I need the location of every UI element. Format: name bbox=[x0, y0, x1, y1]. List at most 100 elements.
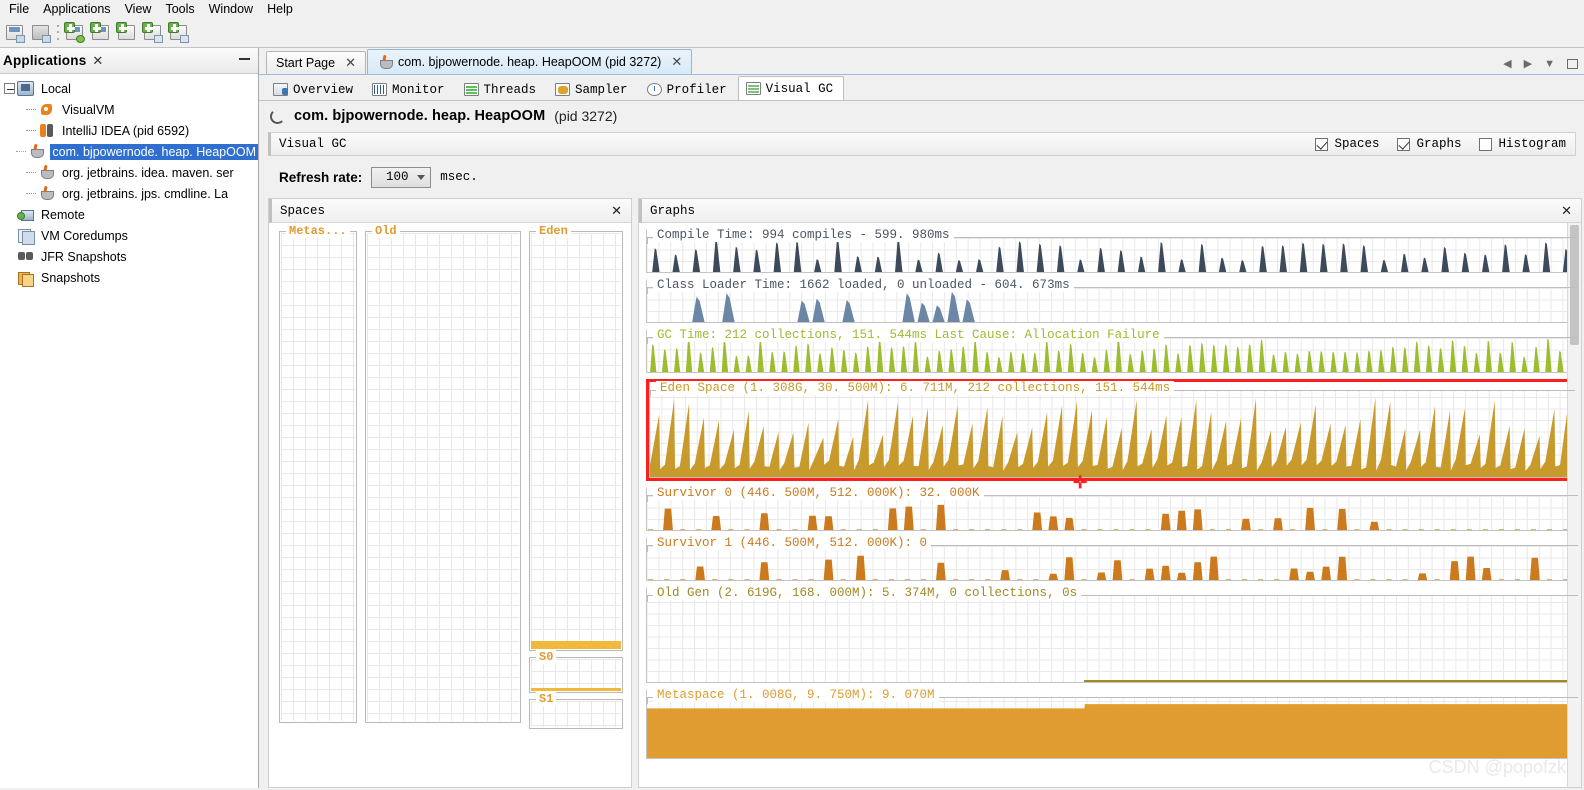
add-remote-host-icon[interactable] bbox=[89, 21, 113, 45]
document-tab-heapoom[interactable]: com. bjpowernode. heap. HeapOOM (pid 327… bbox=[366, 49, 693, 74]
tree-item-intellij-idea-pid-6592[interactable]: IntelliJ IDEA (pid 6592) bbox=[0, 120, 258, 141]
tab-label: Profiler bbox=[666, 82, 727, 97]
add-vm-coredump-icon[interactable] bbox=[115, 21, 139, 45]
tree-item-label: Local bbox=[41, 81, 71, 96]
checkbox-spaces[interactable]: Spaces bbox=[1315, 137, 1379, 151]
visualvm-icon bbox=[38, 102, 55, 117]
java-icon bbox=[38, 165, 55, 180]
metaspace-graph[interactable]: Metaspace (1. 008G, 9. 750M): 9. 070M bbox=[646, 688, 1579, 759]
class-loader-time-graph[interactable]: Class Loader Time: 1662 loaded, 0 unload… bbox=[646, 278, 1579, 323]
checkbox-histogram[interactable]: Histogram bbox=[1479, 137, 1566, 151]
minimize-icon[interactable] bbox=[239, 58, 250, 60]
jfr-icon bbox=[17, 249, 34, 264]
menu-applications[interactable]: Applications bbox=[36, 1, 117, 17]
old-gen-graph-plot[interactable] bbox=[646, 587, 1579, 683]
tab-monitor[interactable]: Monitor bbox=[364, 78, 456, 100]
graphs-scrollbar[interactable] bbox=[1567, 223, 1581, 787]
space-fill bbox=[531, 688, 621, 691]
tab-visual-gc[interactable]: Visual GC bbox=[737, 76, 845, 100]
document-tab-start-page[interactable]: Start Page ✕ bbox=[266, 51, 366, 74]
prev-tab-icon[interactable]: ◀ bbox=[1503, 57, 1511, 70]
graphs-scroll-area[interactable]: Compile Time: 994 compiles - 599. 980ms C… bbox=[639, 223, 1581, 787]
tree-item-org-jetbrains-jps-cmdline-la[interactable]: org. jetbrains. jps. cmdline. La bbox=[0, 183, 258, 204]
graph-title-tick bbox=[650, 390, 651, 397]
checkbox-histogram-box[interactable] bbox=[1479, 137, 1493, 151]
remote-icon bbox=[17, 207, 34, 222]
survivor-0-space[interactable]: S0 bbox=[529, 650, 623, 693]
applications-sidebar: Applications ✕ Local VisualVM IntelliJ IDE… bbox=[0, 48, 259, 788]
tree-item-jfr-snapshots[interactable]: JFR Snapshots bbox=[0, 246, 258, 267]
tree-item-org-jetbrains-idea-maven-ser[interactable]: org. jetbrains. idea. maven. ser bbox=[0, 162, 258, 183]
checkbox-graphs[interactable]: Graphs bbox=[1397, 137, 1461, 151]
tab-threads[interactable]: Threads bbox=[456, 78, 548, 100]
close-icon[interactable]: ✕ bbox=[345, 55, 356, 71]
tree-item-local[interactable]: Local bbox=[0, 78, 258, 99]
checkbox-spaces-box[interactable] bbox=[1315, 137, 1329, 151]
checkbox-graphs-label: Graphs bbox=[1416, 137, 1462, 151]
tree-item-snapshots[interactable]: Snapshots bbox=[0, 267, 258, 288]
visualvm-window: File Applications View Tools Window Help bbox=[0, 0, 1584, 790]
tab-sampler[interactable]: Sampler bbox=[547, 78, 639, 100]
maximize-icon[interactable] bbox=[1567, 58, 1578, 69]
tree-item-vm-coredumps[interactable]: VM Coredumps bbox=[0, 225, 258, 246]
tree-item-label: Remote bbox=[41, 207, 85, 222]
metaspace-column: Metas... bbox=[279, 224, 357, 787]
graph-title-tick bbox=[647, 337, 648, 344]
tree-item-com-bjpowernode-heap-heapoom[interactable]: com. bjpowernode. heap. HeapOOM bbox=[0, 141, 258, 162]
tree-item-label: VisualVM bbox=[62, 102, 115, 117]
survivor-1-space[interactable]: S1 bbox=[529, 692, 623, 729]
threads-icon bbox=[463, 83, 479, 96]
next-tab-icon[interactable]: ▶ bbox=[1524, 57, 1532, 70]
sidebar-header: Applications ✕ bbox=[0, 48, 258, 74]
eden-space-graph-plot[interactable] bbox=[649, 382, 1576, 478]
graph-title-tick bbox=[647, 495, 648, 502]
tree-item-visualvm[interactable]: VisualVM bbox=[0, 99, 258, 120]
graphs-scrollbar-thumb[interactable] bbox=[1570, 225, 1579, 345]
compile-time-graph-canvas bbox=[647, 238, 1578, 272]
checkbox-graphs-box[interactable] bbox=[1397, 137, 1411, 151]
close-icon[interactable]: ✕ bbox=[611, 203, 622, 219]
survivor-0-graph[interactable]: Survivor 0 (446. 500M, 512. 000K): 32. 0… bbox=[646, 486, 1579, 531]
eden-space-graph[interactable]: Eden Space (1. 308G, 30. 500M): 6. 711M,… bbox=[646, 379, 1579, 491]
document-tabs: Start Page ✕ com. bjpowernode. heap. HeapO… bbox=[259, 48, 1584, 75]
print-icon[interactable] bbox=[3, 21, 27, 45]
tab-list-icon[interactable]: ▼ bbox=[1544, 58, 1555, 70]
close-icon[interactable]: ✕ bbox=[671, 54, 682, 70]
checkbox-histogram-label: Histogram bbox=[1498, 137, 1566, 151]
monitor-icon bbox=[17, 81, 34, 96]
compile-time-graph[interactable]: Compile Time: 994 compiles - 599. 980ms bbox=[646, 228, 1579, 273]
close-icon[interactable]: ✕ bbox=[1561, 203, 1572, 219]
old-gen-graph[interactable]: Old Gen (2. 619G, 168. 000M): 5. 374M, 0… bbox=[646, 586, 1579, 683]
save-icon[interactable] bbox=[29, 21, 53, 45]
survivor-0-graph-title: Survivor 0 (446. 500M, 512. 000K): 32. 0… bbox=[653, 486, 984, 500]
tab-label: Sampler bbox=[575, 82, 628, 97]
add-snapshot-icon[interactable] bbox=[167, 21, 191, 45]
space-label: S0 bbox=[536, 650, 557, 664]
old-gen-graph-canvas bbox=[647, 596, 1578, 682]
eden-space[interactable]: Eden bbox=[529, 224, 623, 651]
menu-view[interactable]: View bbox=[118, 1, 159, 17]
monitor-chart-icon bbox=[372, 83, 388, 96]
tree-item-remote[interactable]: Remote bbox=[0, 204, 258, 225]
gc-time-graph[interactable]: GC Time: 212 collections, 151. 544ms Las… bbox=[646, 328, 1579, 373]
spaces-panel: Spaces ✕ Metas... Old Eden S0 S1 bbox=[268, 198, 632, 788]
add-jmx-connection-icon[interactable] bbox=[63, 21, 87, 45]
intellij-icon bbox=[38, 123, 55, 138]
chevron-down-icon[interactable] bbox=[417, 174, 426, 180]
tree-connector bbox=[26, 172, 36, 173]
menu-window[interactable]: Window bbox=[202, 1, 260, 17]
survivor-1-graph[interactable]: Survivor 1 (446. 500M, 512. 000K): 0 bbox=[646, 536, 1579, 581]
menu-file[interactable]: File bbox=[2, 1, 36, 17]
tab-profiler[interactable]: Profiler bbox=[639, 78, 738, 100]
tree-expander-icon[interactable] bbox=[4, 83, 15, 94]
old-gen-space[interactable]: Old bbox=[365, 224, 521, 723]
close-icon[interactable]: ✕ bbox=[92, 53, 103, 69]
tab-overview[interactable]: Overview bbox=[265, 78, 364, 100]
visual-gc-icon bbox=[745, 82, 761, 95]
add-jfr-snapshot-icon[interactable] bbox=[141, 21, 165, 45]
metaspace-space[interactable]: Metas... bbox=[279, 224, 357, 723]
menu-tools[interactable]: Tools bbox=[158, 1, 201, 17]
refresh-rate-select[interactable]: 100 bbox=[371, 166, 432, 188]
menu-help[interactable]: Help bbox=[260, 1, 300, 17]
applications-tree[interactable]: Local VisualVM IntelliJ IDEA (pid 6592) com… bbox=[0, 74, 258, 788]
